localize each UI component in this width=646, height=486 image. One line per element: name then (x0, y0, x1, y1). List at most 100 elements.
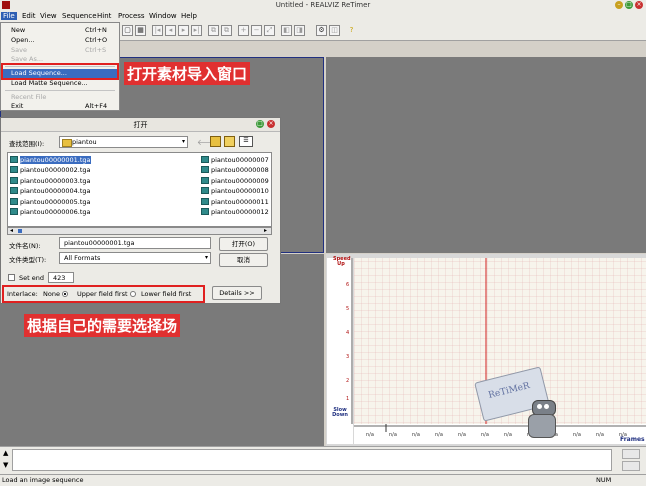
image-file-icon (201, 208, 209, 215)
menu-bar: File Edit View Sequence Hint Process Win… (0, 11, 646, 22)
menu-item-load-matte-sequence[interactable]: Load Matte Sequence... (11, 79, 88, 87)
timeline-track[interactable] (12, 449, 612, 471)
menu-item-recent-file[interactable]: Recent File (11, 93, 46, 101)
menu-sequence[interactable]: Sequence (62, 12, 97, 20)
menu-help[interactable]: Help (181, 12, 197, 20)
speed-graph-pane[interactable]: Speed Up 6 5 4 3 2 1 Slow Down n/a n/a n/a… (326, 254, 646, 446)
x-tick: n/a (435, 432, 443, 438)
file-list-item[interactable]: piantou00000008 (201, 165, 269, 175)
up-folder-icon[interactable] (210, 136, 221, 147)
image-file-icon (201, 187, 209, 195)
menu-edit[interactable]: Edit (22, 12, 36, 20)
menu-file[interactable]: File (1, 12, 17, 20)
file-list-item[interactable]: piantou00000002.tga (10, 165, 91, 175)
filename-input[interactable]: piantou00000001.tga (59, 237, 211, 249)
file-name: piantou00000004.tga (20, 187, 91, 196)
timeline-button-b[interactable] (622, 461, 640, 471)
file-list-scrollbar[interactable]: ◂ ▸ (7, 227, 272, 235)
zoom-in-icon[interactable]: + (238, 25, 249, 36)
nav-last-icon[interactable]: ▸| (191, 25, 202, 36)
cancel-button[interactable]: 取消 (219, 253, 268, 267)
file-list-item[interactable]: piantou00000003.tga (10, 176, 91, 186)
timeline-up-icon[interactable]: ▲ (3, 449, 8, 457)
paste-icon[interactable]: ⧉ (221, 25, 232, 36)
file-name: piantou00000005.tga (20, 197, 91, 206)
filetype-dropdown[interactable]: All Formats ▾ (59, 252, 211, 264)
scroll-left-icon[interactable]: ◂ (10, 228, 13, 234)
x-tick: n/a (412, 432, 420, 438)
file-name: piantou00000009 (211, 176, 269, 185)
nav-next-icon[interactable]: ▸ (178, 25, 189, 36)
menu-item-new[interactable]: New Ctrl+N (11, 26, 107, 34)
new-folder-icon[interactable] (224, 136, 235, 147)
view-menu-icon[interactable]: ☰ (239, 136, 253, 147)
file-list[interactable]: piantou00000001.tga piantou00000002.tga pi… (7, 152, 272, 227)
tool-c-icon[interactable]: ◫ (329, 25, 340, 36)
look-in-dropdown[interactable]: piantou ▾ (59, 136, 188, 148)
menu-item-save-as[interactable]: Save As... (11, 55, 43, 63)
x-tick: n/a (389, 432, 397, 438)
file-list-item[interactable]: piantou00000010 (201, 186, 269, 196)
set-end-input[interactable]: 423 (48, 272, 74, 283)
file-name: piantou00000003.tga (20, 176, 91, 185)
tool-a-icon[interactable]: ◧ (281, 25, 292, 36)
viewer-pane-top-right[interactable] (326, 57, 646, 253)
timeline-strip[interactable]: ▲ ▼ (0, 446, 646, 474)
menu-process[interactable]: Process (118, 12, 145, 20)
layout-single-icon[interactable]: ▢ (122, 25, 133, 36)
maximize-button[interactable]: □ (625, 1, 633, 9)
file-list-item[interactable]: piantou00000006.tga (10, 207, 91, 217)
file-list-item[interactable]: piantou00000007 (201, 155, 269, 165)
y-tick: 4 (346, 330, 350, 336)
dialog-close-button[interactable]: × (267, 120, 275, 128)
annotation-open-window: 打开素材导入窗口 (124, 62, 251, 85)
image-file-icon (10, 166, 18, 174)
nav-prev-icon[interactable]: ◂ (165, 25, 176, 36)
nav-first-icon[interactable]: |◂ (152, 25, 163, 36)
tool-b-icon[interactable]: ◨ (294, 25, 305, 36)
menu-hint[interactable]: Hint (97, 12, 111, 20)
file-list-item[interactable]: piantou00000011 (201, 197, 269, 207)
scroll-right-icon[interactable]: ▸ (264, 228, 267, 234)
scroll-thumb[interactable] (18, 229, 22, 233)
dialog-title-bar: 打开 □ × (1, 118, 280, 132)
file-name: piantou00000001.tga (20, 156, 91, 164)
filename-label: 文件名(N): (9, 242, 41, 250)
y-tick: 2 (346, 378, 350, 384)
timeline-button-a[interactable] (622, 449, 640, 459)
help-hint-icon[interactable]: ? (346, 25, 357, 36)
file-name: piantou00000002.tga (20, 166, 91, 175)
file-name: piantou00000006.tga (20, 208, 91, 216)
file-list-item[interactable]: piantou00000009 (201, 176, 269, 186)
file-list-item[interactable]: piantou00000004.tga (10, 186, 91, 196)
file-list-item[interactable]: piantou00000012 (201, 207, 269, 217)
menu-item-save[interactable]: Save Ctrl+S (11, 46, 106, 54)
retimer-mascot-image: ReTiMeR (464, 366, 564, 438)
close-button[interactable]: × (635, 1, 643, 9)
process-icon[interactable]: ⚙ (316, 25, 327, 36)
file-name: piantou00000010 (211, 187, 269, 196)
minimize-button[interactable]: – (615, 1, 623, 9)
menu-item-open[interactable]: Open... Ctrl+O (11, 36, 107, 44)
menu-view[interactable]: View (40, 12, 57, 20)
details-button[interactable]: Details >> (212, 286, 262, 300)
toolbar: ▢ ▦ |◂ ◂ ▸ ▸| ⧉ ⧉ + − ⤢ ◧ ◨ ⚙ ◫ ? (120, 22, 646, 41)
set-end-checkbox[interactable] (8, 274, 15, 281)
open-button[interactable]: 打开(O) (219, 237, 268, 251)
menu-item-exit[interactable]: Exit Alt+F4 (11, 102, 107, 110)
copy-icon[interactable]: ⧉ (208, 25, 219, 36)
file-list-item[interactable]: piantou00000005.tga (10, 197, 91, 207)
menu-window[interactable]: Window (149, 12, 177, 20)
chevron-down-icon: ▾ (204, 254, 208, 261)
layout-grid-icon[interactable]: ▦ (135, 25, 146, 36)
zoom-out-icon[interactable]: − (251, 25, 262, 36)
fit-icon[interactable]: ⤢ (264, 25, 275, 36)
image-file-icon (10, 208, 18, 215)
highlight-box-load-sequence (1, 63, 119, 80)
chevron-down-icon: ▾ (181, 138, 185, 145)
y-tick: 1 (346, 396, 350, 402)
dialog-maximize-button[interactable]: □ (256, 120, 264, 128)
timeline-down-icon[interactable]: ▼ (3, 461, 8, 469)
dialog-title: 打开 (133, 121, 148, 129)
file-list-item[interactable]: piantou00000001.tga (10, 155, 91, 165)
